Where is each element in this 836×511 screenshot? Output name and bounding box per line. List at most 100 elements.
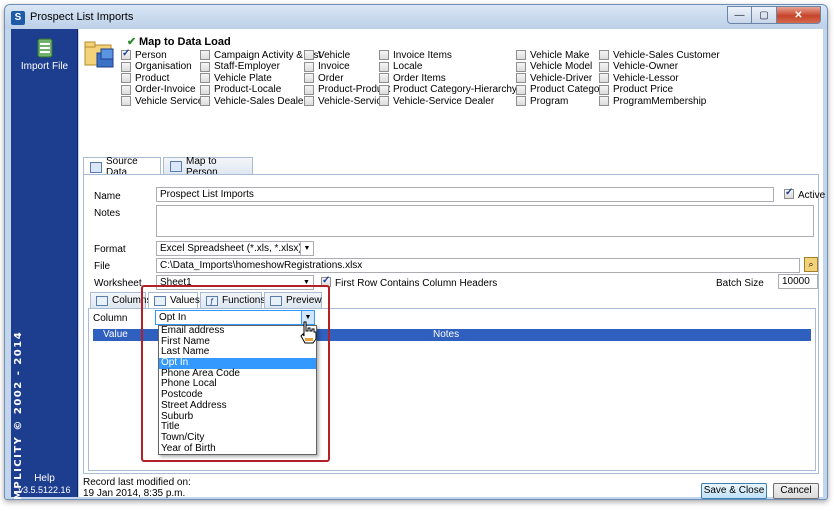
- maximize-button[interactable]: ▢: [752, 6, 777, 24]
- entity-checkbox[interactable]: [599, 84, 609, 95]
- entity-option[interactable]: Person: [121, 48, 167, 61]
- entity-checkbox[interactable]: [304, 73, 314, 84]
- entity-checkbox[interactable]: [121, 84, 131, 95]
- entity-option[interactable]: Order Items: [379, 72, 446, 84]
- entity-checkbox[interactable]: [304, 61, 314, 72]
- entity-option[interactable]: Vehicle: [304, 49, 350, 61]
- tab-map-to-person[interactable]: Map to Person: [163, 156, 253, 178]
- chevron-down-icon[interactable]: ▼: [300, 242, 313, 255]
- entity-checkbox[interactable]: [304, 96, 314, 107]
- format-label: Format: [94, 244, 126, 255]
- entity-checkbox[interactable]: [599, 61, 609, 72]
- help-link[interactable]: Help: [11, 473, 78, 484]
- entity-checkbox[interactable]: [121, 61, 131, 72]
- main-content: ✔Map to Data Load PersonOrganisationProd…: [79, 29, 825, 499]
- window-title: Prospect List Imports: [30, 11, 134, 23]
- entity-option[interactable]: Vehicle Plate: [200, 72, 272, 84]
- save-close-button[interactable]: Save & Close: [701, 483, 767, 499]
- entity-checkbox[interactable]: [304, 84, 314, 95]
- file-input[interactable]: C:\Data_Imports\homeshowRegistrations.xl…: [156, 258, 800, 273]
- name-input[interactable]: Prospect List Imports: [156, 187, 774, 202]
- chevron-down-icon[interactable]: ▼: [300, 276, 313, 289]
- entity-option[interactable]: Invoice: [304, 61, 350, 73]
- entity-label: Order-Invoice: [135, 84, 196, 96]
- entity-checkbox[interactable]: [379, 96, 389, 107]
- entity-option[interactable]: Organisation: [121, 61, 192, 73]
- notes-column-header: Notes: [433, 329, 460, 340]
- entity-label: Vehicle-Owner: [613, 61, 679, 73]
- tab-columns[interactable]: Columns: [90, 292, 151, 308]
- entity-label: Program: [530, 95, 569, 107]
- entity-checkbox[interactable]: [516, 61, 526, 72]
- entity-checkbox[interactable]: [379, 73, 389, 84]
- active-checkbox[interactable]: [784, 187, 794, 199]
- columns-icon: [96, 295, 108, 306]
- entity-checkbox[interactable]: [121, 96, 131, 107]
- format-select[interactable]: Excel Spreadsheet (*.xls, *.xlsx) ▼: [156, 241, 314, 256]
- entity-checkbox[interactable]: [200, 61, 210, 72]
- column-dropdown-list[interactable]: Email address First Name Last Name Opt In Ph…: [158, 325, 317, 455]
- first-row-checkbox[interactable]: [321, 275, 331, 287]
- entity-option[interactable]: Vehicle Service: [121, 95, 203, 107]
- entity-checkbox[interactable]: [599, 96, 609, 107]
- entity-checkbox[interactable]: [516, 84, 526, 95]
- entity-option[interactable]: ProgramMembership: [599, 95, 706, 107]
- entity-checkbox[interactable]: [200, 73, 210, 84]
- entity-checkbox[interactable]: [379, 84, 389, 95]
- entity-option[interactable]: Product-Product: [304, 84, 390, 96]
- dropdown-option[interactable]: Town/City: [159, 432, 316, 444]
- tab-preview[interactable]: Preview: [264, 292, 322, 308]
- notes-input[interactable]: [156, 205, 814, 237]
- entity-option[interactable]: Locale: [379, 61, 422, 73]
- cancel-button[interactable]: Cancel: [773, 483, 819, 499]
- entity-checkbox[interactable]: [379, 61, 389, 72]
- entity-option[interactable]: Vehicle-Sales Dealer: [200, 95, 307, 107]
- entity-checkbox[interactable]: [121, 48, 131, 60]
- entity-option[interactable]: Vehicle-Service: [304, 95, 387, 107]
- minimize-button[interactable]: —: [727, 6, 752, 24]
- entity-option[interactable]: Order-Invoice: [121, 84, 196, 96]
- entity-option[interactable]: Invoice Items: [379, 49, 452, 61]
- app-icon: S: [11, 11, 25, 25]
- entity-checkbox[interactable]: [516, 50, 526, 60]
- dropdown-option[interactable]: Street Address: [159, 400, 316, 412]
- entity-checkbox[interactable]: [516, 73, 526, 84]
- entity-option[interactable]: Vehicle-Driver: [516, 72, 592, 84]
- entity-option[interactable]: Vehicle-Service Dealer: [379, 95, 494, 107]
- entity-option[interactable]: Vehicle Model: [516, 61, 592, 73]
- app-window: S Prospect List Imports — ▢ ✕ Import Fil…: [4, 4, 828, 500]
- entity-checkbox[interactable]: [200, 96, 210, 107]
- browse-folder-icon[interactable]: ⌕: [804, 257, 818, 272]
- entity-option[interactable]: Vehicle-Sales Customer: [599, 49, 720, 61]
- entity-checkbox[interactable]: [304, 50, 314, 60]
- entity-checkbox[interactable]: [599, 73, 609, 84]
- import-file-button[interactable]: Import File: [11, 61, 78, 72]
- tab-values[interactable]: Values: [148, 292, 200, 308]
- import-file-icon[interactable]: [35, 37, 55, 59]
- entity-option[interactable]: Vehicle Make: [516, 49, 589, 61]
- entity-option[interactable]: Vehicle-Owner: [599, 61, 678, 73]
- entity-option[interactable]: Product Category-Hierarchy: [379, 84, 517, 96]
- entity-option[interactable]: Program: [516, 95, 568, 107]
- column-select[interactable]: Opt In ▼: [155, 310, 315, 325]
- entity-option[interactable]: Product-Locale: [200, 84, 281, 96]
- entity-option[interactable]: Product Category: [516, 84, 608, 96]
- entity-option[interactable]: Staff-Employer: [200, 61, 280, 73]
- entity-checkbox[interactable]: [599, 50, 609, 60]
- entity-checkbox[interactable]: [379, 50, 389, 60]
- tab-functions[interactable]: ƒ Functions: [200, 292, 265, 308]
- batch-size-input[interactable]: 10000: [778, 274, 818, 289]
- dropdown-option[interactable]: Suburb: [159, 411, 316, 423]
- entity-option[interactable]: Product Price: [599, 84, 673, 96]
- entity-checkbox[interactable]: [200, 50, 210, 60]
- entity-option[interactable]: Order: [304, 72, 344, 84]
- entity-label: Product Price: [613, 84, 674, 96]
- entity-option[interactable]: Vehicle-Lessor: [599, 72, 679, 84]
- entity-checkbox[interactable]: [200, 84, 210, 95]
- entity-option[interactable]: Product: [121, 72, 169, 84]
- dropdown-option[interactable]: Year of Birth: [159, 443, 316, 455]
- entity-checkbox[interactable]: [121, 73, 131, 84]
- worksheet-select[interactable]: Sheet1 ▼: [156, 275, 314, 290]
- entity-checkbox[interactable]: [516, 96, 526, 107]
- close-button[interactable]: ✕: [777, 6, 821, 24]
